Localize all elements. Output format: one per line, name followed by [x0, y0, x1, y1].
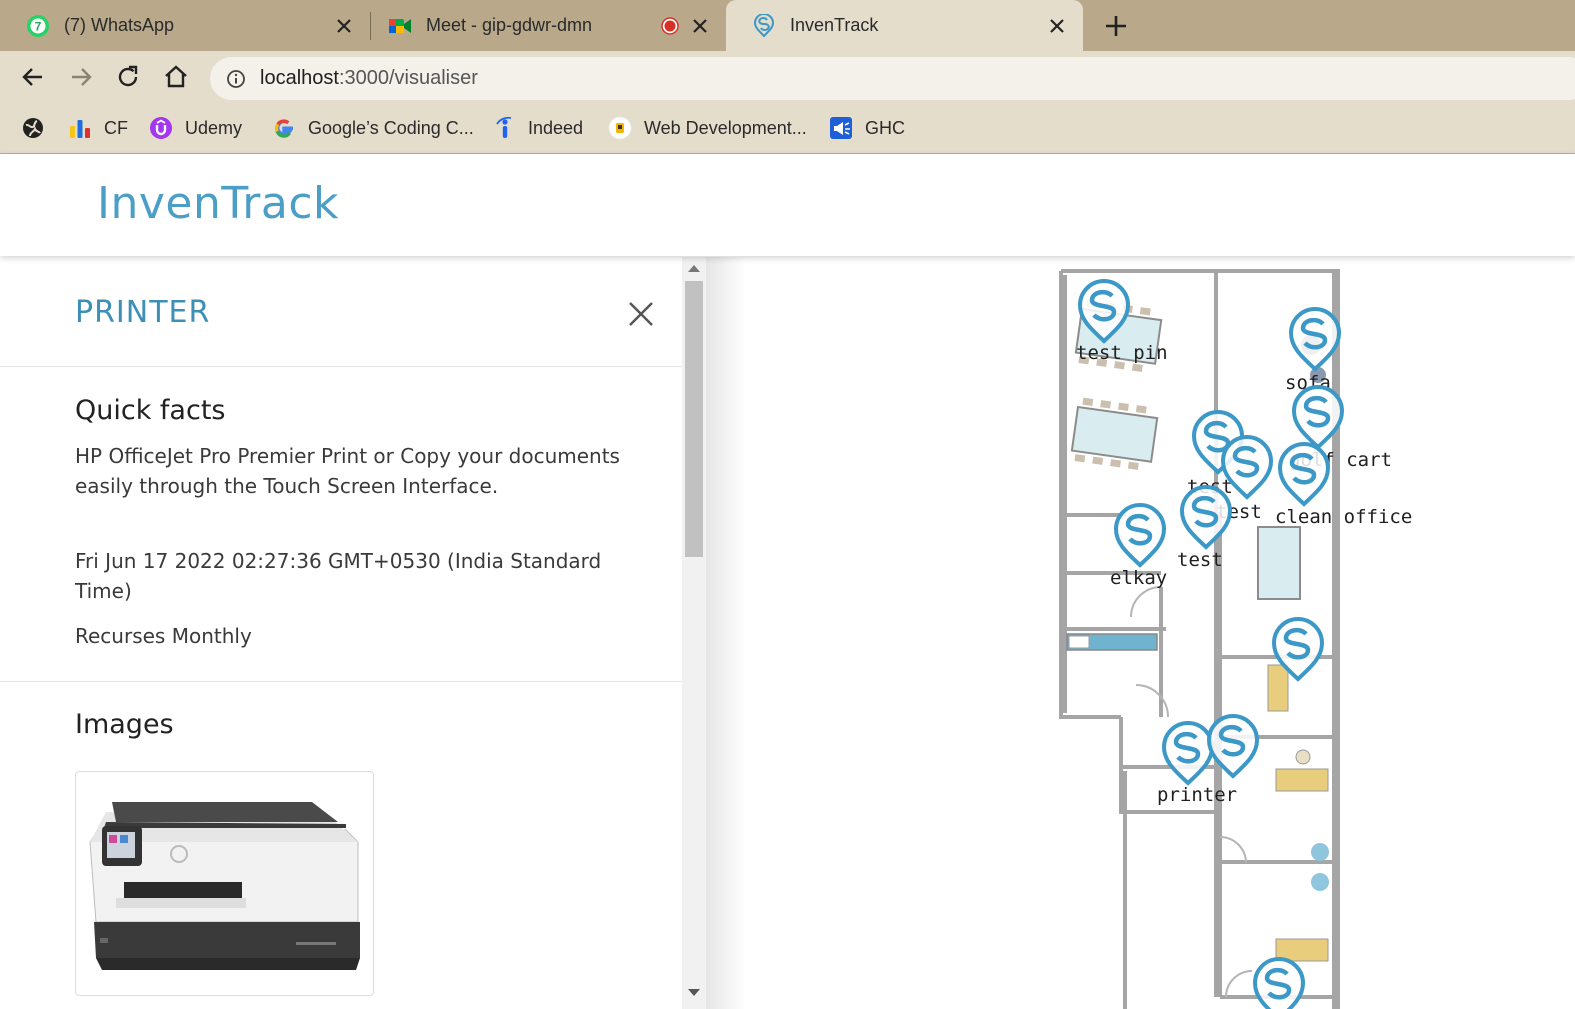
item-timestamp: Fri Jun 17 2022 02:27:36 GMT+0530 (India…	[75, 549, 602, 603]
tab-whatsapp[interactable]: 7 (7) WhatsApp	[0, 0, 370, 51]
inventrack-icon	[753, 13, 775, 37]
pin-label: elkay	[1110, 567, 1167, 589]
svg-text:7: 7	[35, 19, 42, 33]
udemy-icon	[150, 117, 172, 139]
recording-icon	[661, 16, 679, 35]
bookmark-ghc[interactable]: GHC	[829, 113, 905, 143]
panel-scrollbar[interactable]	[682, 257, 706, 1009]
bookmark-label: Indeed	[528, 117, 584, 138]
app-header: InvenTrack	[0, 154, 1575, 256]
browser-tab-strip: 7 (7) WhatsApp Meet - gip-gdwr-dmn Inven…	[0, 0, 1575, 51]
bookmark-udemy[interactable]: Udemy	[149, 113, 242, 143]
item-description: HP OfficeJet Pro Premier Print or Copy y…	[75, 444, 620, 498]
images-heading: Images	[75, 709, 174, 740]
bookmark-globe[interactable]	[21, 113, 57, 143]
url-path: :3000/visualiser	[338, 67, 478, 89]
quick-facts-section: Quick facts HP OfficeJet Pro Premier Pri…	[0, 367, 682, 682]
google-meet-icon	[389, 18, 411, 33]
forward-arrow-icon[interactable]	[67, 63, 95, 91]
url-text: localhost:3000/visualiser	[260, 67, 478, 90]
bookmark-label: Udemy	[185, 117, 243, 138]
panel-title: PRINTER	[75, 295, 211, 330]
floor-plan-map[interactable]: test pin sofa golf cart test test clean …	[706, 257, 1575, 1009]
quick-facts-heading: Quick facts	[75, 395, 226, 426]
bookmark-web-development[interactable]: Web Development...	[608, 113, 807, 143]
scroll-down-arrow-icon[interactable]	[687, 988, 701, 998]
bookmark-label: GHC	[865, 117, 905, 138]
close-icon[interactable]	[624, 297, 658, 331]
map-pin-elkay[interactable]: elkay	[1110, 505, 1167, 589]
bookmarks-bar: CF Udemy Google’s Coding C... Indeed Web…	[0, 103, 1575, 154]
reload-icon[interactable]	[114, 63, 142, 91]
address-bar[interactable]: localhost:3000/visualiser	[210, 57, 1575, 100]
bookmark-label: Web Development...	[644, 117, 807, 138]
whatsapp-icon: 7	[27, 14, 49, 37]
codeforces-icon	[70, 120, 90, 138]
panel-header: PRINTER	[0, 257, 682, 367]
map-pin-printer-1[interactable]	[1164, 723, 1212, 783]
close-tab-icon[interactable]	[1047, 16, 1067, 36]
pin-label: printer	[1157, 784, 1237, 806]
tab-title: InvenTrack	[790, 15, 879, 35]
printer-image	[89, 802, 360, 970]
bookmark-google-coding[interactable]: Google’s Coding C...	[272, 113, 474, 143]
item-recurrence: Recurses Monthly	[75, 624, 252, 648]
new-tab-plus-icon[interactable]	[1102, 12, 1130, 40]
bookmark-label: CF	[104, 117, 128, 138]
back-arrow-icon[interactable]	[19, 63, 47, 91]
scrollbar-thumb[interactable]	[685, 281, 703, 557]
site-info-icon[interactable]	[226, 69, 246, 89]
bookmark-indeed[interactable]: Indeed	[492, 113, 583, 143]
item-details-panel: PRINTER Quick facts HP OfficeJet Pro Pre…	[0, 257, 682, 1009]
browser-toolbar: localhost:3000/visualiser	[0, 51, 1575, 103]
map-pin-sofa[interactable]: sofa	[1285, 309, 1339, 394]
brand-logo-text[interactable]: InvenTrack	[97, 178, 339, 229]
indeed-icon	[496, 116, 512, 138]
pin-label: test pin	[1076, 342, 1168, 364]
bookmark-cf[interactable]: CF	[68, 113, 128, 143]
close-tab-icon[interactable]	[334, 16, 354, 36]
home-icon[interactable]	[162, 63, 190, 91]
map-pin-bottom[interactable]	[1255, 959, 1303, 1009]
web-dev-icon	[609, 117, 631, 139]
pin-label: clean office	[1275, 506, 1412, 528]
item-image-card[interactable]	[75, 771, 374, 996]
pin-label: test	[1177, 549, 1223, 571]
ghc-icon	[830, 117, 852, 139]
google-icon	[274, 119, 293, 138]
tab-google-meet[interactable]: Meet - gip-gdwr-dmn	[362, 0, 726, 51]
map-pin-test-3[interactable]: test	[1177, 487, 1230, 571]
bookmark-label: Google’s Coding C...	[308, 117, 474, 138]
tab-title: Meet - gip-gdwr-dmn	[426, 15, 593, 35]
tab-inventrack[interactable]: InvenTrack	[726, 0, 1083, 51]
scroll-up-arrow-icon[interactable]	[687, 263, 701, 273]
globe-icon	[23, 118, 43, 138]
tab-title: (7) WhatsApp	[64, 15, 175, 35]
map-panel-shadow	[706, 257, 746, 1009]
close-tab-icon[interactable]	[690, 16, 710, 36]
url-host: localhost	[260, 67, 339, 89]
